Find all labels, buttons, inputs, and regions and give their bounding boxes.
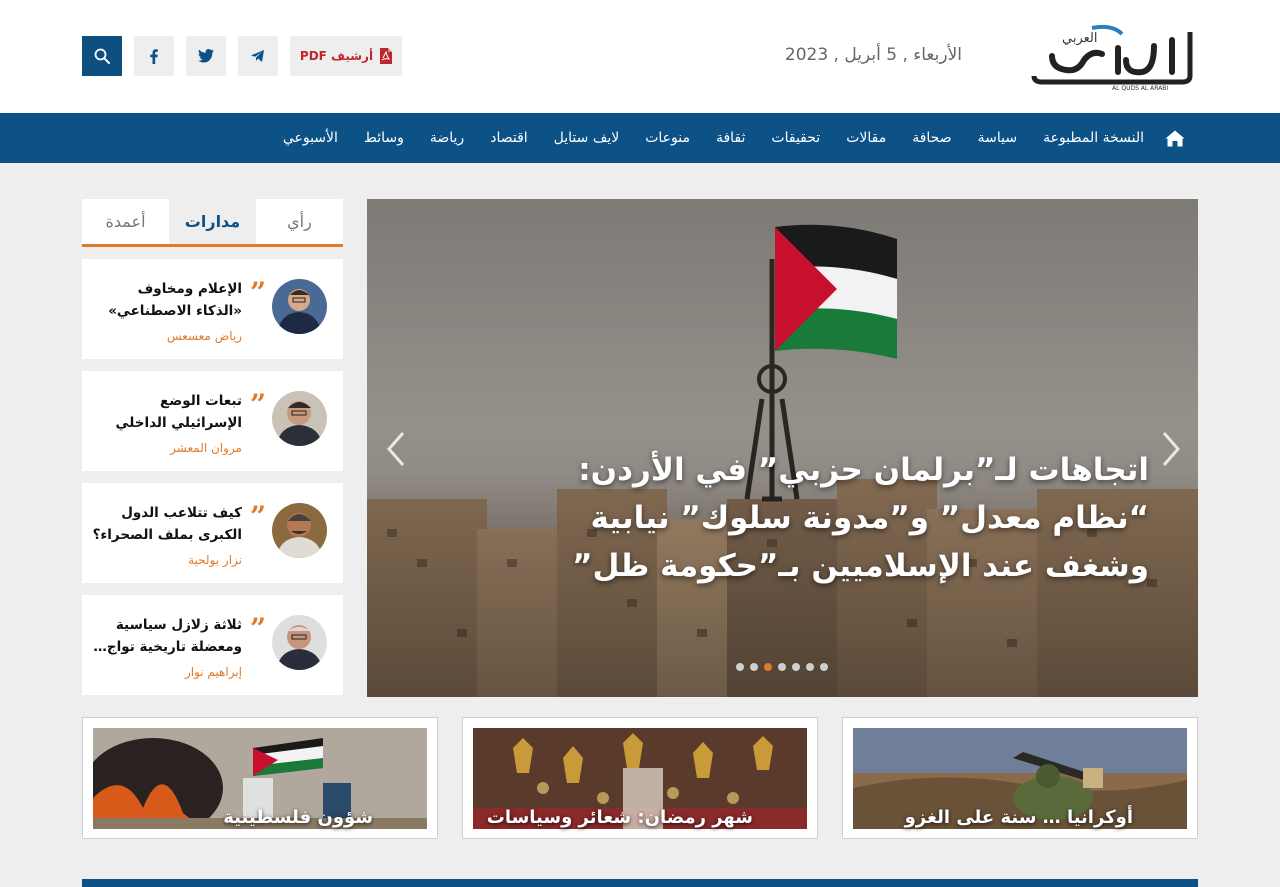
nav-item-culture[interactable]: ثقافة — [703, 130, 758, 146]
category-label[interactable]: شؤون فلسطينية — [223, 807, 373, 828]
nav-item-politics[interactable]: سياسة — [965, 130, 1030, 146]
opinion-card[interactable]: ” كيف تتلاعب الدول الكبرى بملف الصحراء؟ … — [82, 483, 343, 583]
nav-item-articles[interactable]: مقالات — [833, 130, 899, 146]
tab-opinion[interactable]: رأي — [256, 199, 343, 244]
twitter-button[interactable] — [186, 36, 226, 76]
pdf-file-icon — [380, 48, 393, 64]
author-avatar[interactable] — [272, 615, 327, 670]
quote-icon: ” — [250, 500, 267, 533]
opinion-card[interactable]: ” الإعلام ومخاوف «الذكاء الاصطناعي» رياض… — [82, 259, 343, 359]
article-author[interactable]: إبراهيم نوار — [88, 665, 242, 679]
nav-item-miscellany[interactable]: منوعات — [632, 130, 703, 146]
slider-dot[interactable] — [820, 663, 828, 671]
site-header: العربي AL QUDS AL ARABI الأربعاء , 5 أبر… — [0, 0, 1280, 113]
article-title[interactable]: تبعات الوضع الإسرائيلي الداخلي على الأرد… — [88, 390, 242, 434]
tab-orbits[interactable]: مدارات — [169, 199, 256, 244]
telegram-icon — [251, 50, 264, 62]
slider-prev-button[interactable] — [385, 429, 409, 469]
slider-dot[interactable] — [736, 663, 744, 671]
nav-item-sports[interactable]: رياضة — [417, 130, 477, 146]
chevron-left-icon — [387, 432, 405, 466]
search-button[interactable] — [82, 36, 122, 76]
category-label[interactable]: شهر رمضان: شعائر وسياسات — [487, 807, 753, 828]
current-date: الأربعاء , 5 أبريل , 2023 — [784, 45, 962, 65]
svg-text:AL QUDS AL ARABI: AL QUDS AL ARABI — [1112, 85, 1168, 92]
opinion-tabs: رأي مدارات أعمدة — [82, 199, 343, 247]
pdf-archive-label: أرشيف PDF — [299, 49, 374, 63]
footer-bar — [82, 879, 1198, 887]
category-label[interactable]: أوكرانيا … سنة على الغزو — [905, 807, 1133, 828]
article-author[interactable]: رياض معسعس — [88, 329, 242, 343]
slide-headline[interactable]: اتجاهات لـ”برلمان حزبي” في الأردن: “نظام… — [517, 446, 1149, 590]
slider-pagination — [736, 663, 828, 671]
slider-dot[interactable] — [778, 663, 786, 671]
quote-icon: ” — [250, 388, 267, 421]
nav-item-economy[interactable]: اقتصاد — [477, 130, 540, 146]
article-author[interactable]: نزار بولحية — [88, 553, 242, 567]
author-avatar[interactable] — [272, 503, 327, 558]
article-title[interactable]: كيف تتلاعب الدول الكبرى بملف الصحراء؟ — [88, 502, 242, 546]
pdf-archive-button[interactable]: أرشيف PDF — [290, 36, 402, 76]
facebook-button[interactable] — [134, 36, 174, 76]
slider-next-button[interactable] — [1158, 429, 1182, 469]
tab-columns[interactable]: أعمدة — [82, 199, 169, 244]
nav-list: النسخة المطبوعة سياسة صحافة مقالات تحقيق… — [270, 113, 1198, 163]
article-title[interactable]: الإعلام ومخاوف «الذكاء الاصطناعي» — [88, 278, 242, 322]
nav-home[interactable] — [1157, 130, 1198, 147]
nav-item-print[interactable]: النسخة المطبوعة — [1030, 130, 1157, 146]
site-logo[interactable]: العربي AL QUDS AL ARABI — [1022, 20, 1198, 92]
search-icon — [94, 48, 110, 64]
category-tile-ramadan[interactable]: شهر رمضان: شعائر وسياسات — [462, 717, 818, 839]
nav-item-lifestyle[interactable]: لايف ستايل — [541, 130, 633, 146]
opinion-card[interactable]: ” تبعات الوضع الإسرائيلي الداخلي على الأ… — [82, 371, 343, 471]
facebook-icon — [150, 48, 158, 64]
author-avatar[interactable] — [272, 279, 327, 334]
main-navigation: النسخة المطبوعة سياسة صحافة مقالات تحقيق… — [0, 113, 1280, 163]
home-icon — [1165, 130, 1185, 146]
article-author[interactable]: مروان المعشر — [88, 441, 242, 455]
slider-dot[interactable] — [792, 663, 800, 671]
nav-item-investigations[interactable]: تحقيقات — [758, 130, 833, 146]
quote-icon: ” — [250, 276, 267, 309]
svg-text:العربي: العربي — [1062, 31, 1097, 46]
slider-dot[interactable] — [750, 663, 758, 671]
nav-item-media[interactable]: وسائط — [351, 130, 417, 146]
author-avatar[interactable] — [272, 391, 327, 446]
nav-item-press[interactable]: صحافة — [899, 130, 964, 146]
featured-slider[interactable]: اتجاهات لـ”برلمان حزبي” في الأردن: “نظام… — [367, 199, 1198, 697]
nav-item-weekly[interactable]: الأسبوعي — [270, 130, 351, 146]
telegram-button[interactable] — [238, 36, 278, 76]
chevron-right-icon — [1162, 432, 1180, 466]
opinion-card[interactable]: ” ثلاثة زلازل سياسية ومعضلة تاريخية تواج… — [82, 595, 343, 695]
category-tile-palestine[interactable]: شؤون فلسطينية — [82, 717, 438, 839]
category-tile-ukraine[interactable]: أوكرانيا … سنة على الغزو — [842, 717, 1198, 839]
slider-dot[interactable] — [764, 663, 772, 671]
twitter-icon — [198, 49, 214, 63]
article-title[interactable]: ثلاثة زلازل سياسية ومعضلة تاريخية تواج… — [88, 614, 242, 658]
slider-dot[interactable] — [806, 663, 814, 671]
quote-icon: ” — [250, 612, 267, 645]
